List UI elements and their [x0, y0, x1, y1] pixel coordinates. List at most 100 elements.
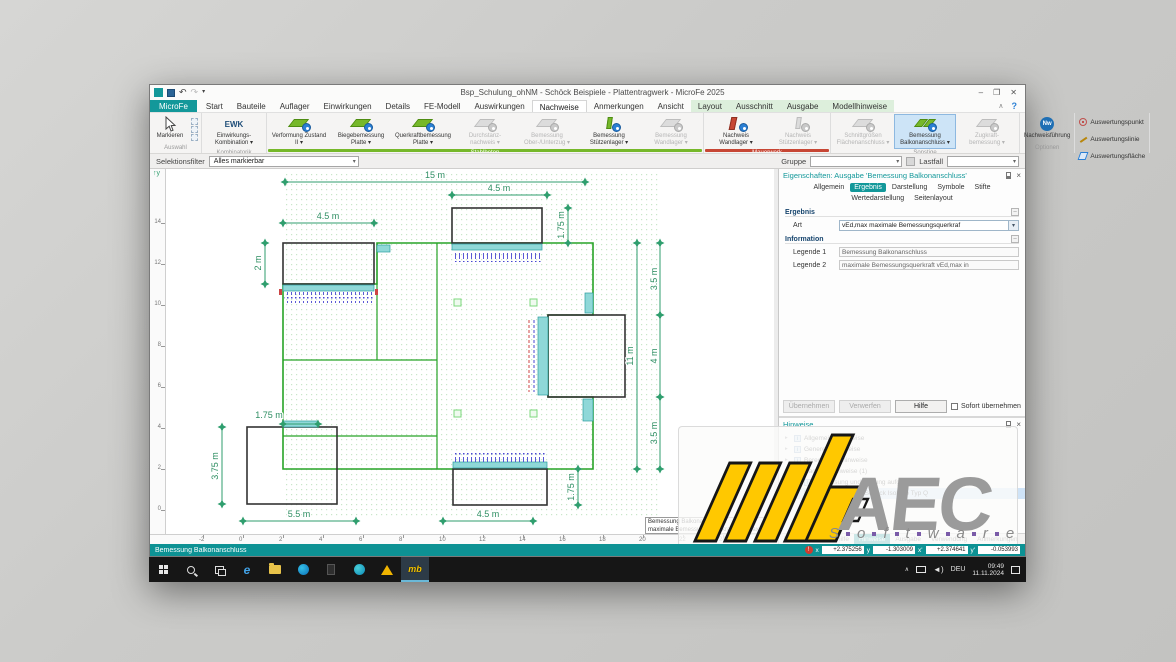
- svg-text:3.5 m: 3.5 m: [649, 268, 659, 291]
- tab-start[interactable]: Start: [199, 100, 230, 112]
- tab-ansicht[interactable]: Ansicht: [651, 100, 691, 112]
- document-app-icon[interactable]: [317, 557, 345, 582]
- ribbon-button-querkraftbemessung-platte[interactable]: Querkraftbemessung Platte ▾: [392, 114, 454, 149]
- app-icon[interactable]: [154, 88, 163, 97]
- microfe-window: ↶ ↷ ▾ Bsp_Schulung_ohNM - Schöck Beispie…: [149, 84, 1026, 557]
- close-button[interactable]: ✕: [1010, 88, 1017, 97]
- tab-anmerkungen[interactable]: Anmerkungen: [587, 100, 651, 112]
- tray-expand-icon[interactable]: ∧: [905, 566, 909, 573]
- ribbon-button-label: Auswertungsfläche: [1090, 153, 1145, 160]
- wall-icon: [724, 116, 748, 132]
- ruler-label: 8: [158, 342, 161, 348]
- task-view-icon[interactable]: [205, 557, 233, 582]
- software-letter: e: [1006, 525, 1014, 542]
- tab-ausgabe[interactable]: Ausgabe: [780, 100, 826, 112]
- tab-fe-modell[interactable]: FE-Modell: [417, 100, 467, 112]
- ribbon-button-auswertungslinie[interactable]: Auswertungslinie: [1076, 131, 1148, 147]
- pin-icon[interactable]: [1006, 172, 1011, 179]
- tab-microfe[interactable]: MicroFe: [150, 100, 197, 112]
- tab-layout[interactable]: Layout: [691, 100, 729, 112]
- violet-square-icon: [895, 532, 899, 536]
- internet-explorer-icon[interactable]: e: [233, 557, 261, 582]
- ribbon-button-label: Auswertungslinie: [1090, 136, 1139, 143]
- ribbon-group-kombinatorik: EWKEinwirkungs-Kombination ▾Kombinatorik: [202, 113, 267, 153]
- svg-text:1.75 m: 1.75 m: [255, 410, 283, 420]
- projektmanager-icon[interactable]: [373, 557, 401, 582]
- ribbon-button-nachweis-stützenlager: Nachweis Stützenlager ▾: [767, 114, 829, 149]
- ribbon-button-bemessung-balkonanschluss[interactable]: Bemessung Balkonanschluss ▾: [894, 114, 956, 149]
- sofort-uebernehmen-checkbox[interactable]: [951, 403, 958, 410]
- evline-icon: [1079, 131, 1087, 147]
- chevron-down-icon: ▾: [1013, 158, 1016, 165]
- tab-nachweise[interactable]: Nachweise: [532, 100, 587, 112]
- language-indicator[interactable]: DEU: [951, 566, 966, 573]
- speaker-icon[interactable]: ◄): [933, 565, 944, 574]
- action-center-icon[interactable]: [1011, 566, 1020, 574]
- collapse-icon[interactable]: –: [1011, 235, 1019, 243]
- tab-ausschnitt[interactable]: Ausschnitt: [729, 100, 780, 112]
- restore-button[interactable]: ❐: [993, 88, 1000, 97]
- violet-square-icon: [972, 532, 976, 536]
- ribbon-button-bemessung-stützenlager[interactable]: Bemessung Stützenlager ▾: [578, 114, 640, 149]
- ribbon-button-markieren[interactable]: Markieren: [151, 114, 189, 144]
- properties-tab-seitenlayout[interactable]: Seitenlayout: [910, 194, 957, 203]
- properties-tab-ergebnis[interactable]: Ergebnis: [850, 183, 886, 192]
- violet-square-icon: [846, 532, 850, 536]
- properties-tab-stifte[interactable]: Stifte: [971, 183, 995, 192]
- properties-tab-wertedarstellung[interactable]: Wertedarstellung: [847, 194, 908, 203]
- tab-auswirkungen[interactable]: Auswirkungen: [467, 100, 531, 112]
- tab-modellhinweise[interactable]: Modellhinweise: [825, 100, 894, 112]
- close-panel-icon[interactable]: ×: [1016, 171, 1021, 180]
- art-dropdown[interactable]: vEd,max maximale Bemessungsquerkraf ▾: [839, 220, 1019, 231]
- lastfall-dropdown[interactable]: ▾: [947, 156, 1019, 167]
- svg-text:2 m: 2 m: [253, 255, 263, 270]
- plate-icon: [535, 116, 559, 132]
- main-content: 14121086420↑y: [150, 169, 1025, 544]
- ribbon-button-verformung-zustand-ii[interactable]: Verformung Zustand II ▾: [268, 114, 330, 149]
- save-icon[interactable]: [167, 89, 175, 97]
- tab-details[interactable]: Details: [379, 100, 417, 112]
- clock[interactable]: 09:49 11.11.2024: [972, 563, 1004, 577]
- ribbon-button-zugkraft-bemessung: Zugkraft- bemessung ▾: [956, 114, 1018, 149]
- collapse-icon[interactable]: –: [1011, 208, 1019, 216]
- selection-filter-dropdown[interactable]: Alles markierbar ▾: [209, 156, 359, 167]
- microfe-taskbar-icon[interactable]: mb: [401, 557, 429, 582]
- properties-tab-allgemein[interactable]: Allgemein: [810, 183, 849, 192]
- tab-bauteile[interactable]: Bauteile: [230, 100, 273, 112]
- start-button[interactable]: [149, 557, 177, 582]
- ribbon-button-auswertungsfläche[interactable]: Auswertungsfläche: [1076, 148, 1148, 164]
- tab-einwirkungen[interactable]: Einwirkungen: [317, 100, 379, 112]
- ribbon-button-einwirkungs-kombination[interactable]: EWKEinwirkungs-Kombination ▾: [203, 114, 265, 149]
- gruppe-dropdown[interactable]: ▾: [810, 156, 902, 167]
- help-icon[interactable]: ?: [1012, 101, 1018, 111]
- balcony-icon: [913, 116, 937, 132]
- display-icon[interactable]: [916, 566, 926, 573]
- ribbon-button-auswertungspunkt[interactable]: Auswertungspunkt: [1076, 114, 1148, 130]
- search-icon[interactable]: [177, 557, 205, 582]
- verwerfen-button: Verwerfen: [839, 400, 891, 413]
- properties-tab-symbole[interactable]: Symbole: [933, 183, 968, 192]
- file-explorer-icon[interactable]: [261, 557, 289, 582]
- edge-icon[interactable]: [289, 557, 317, 582]
- chevron-down-icon: ▾: [353, 158, 356, 165]
- hilfe-button[interactable]: Hilfe: [895, 400, 947, 413]
- legende1-field[interactable]: Bemessung Balkonanschluss: [839, 247, 1019, 257]
- ribbon-button-nachweis-wandlager[interactable]: Nachweis Wandlager ▾: [705, 114, 767, 149]
- ribbon-button-nachweisführung[interactable]: NwNachweisführung: [1021, 114, 1073, 144]
- ruler-label: 10: [154, 301, 161, 307]
- undo-icon[interactable]: ↶: [179, 88, 187, 97]
- legende2-field[interactable]: maximale Bemessungsquerkraft vEd,max in: [839, 260, 1019, 270]
- ribbon-collapse-icon[interactable]: ∧: [998, 102, 1003, 110]
- browser-icon[interactable]: [345, 557, 373, 582]
- software-letter: f: [883, 525, 887, 542]
- selection-mode-icons[interactable]: [189, 114, 200, 144]
- qat-dropdown-icon[interactable]: ▾: [202, 88, 205, 97]
- tab-auflager[interactable]: Auflager: [273, 100, 317, 112]
- ribbon-group-optionen: NwNachweisführungOptionen: [1020, 113, 1075, 153]
- group-filter-icon[interactable]: [906, 157, 915, 166]
- ribbon-button-biegebemessung-platte[interactable]: Biegebemessung Platte ▾: [330, 114, 392, 149]
- coord-value: -0.053993: [978, 546, 1020, 554]
- properties-tab-darstellung[interactable]: Darstellung: [888, 183, 931, 192]
- minimize-button[interactable]: –: [979, 88, 983, 97]
- ribbon-button-schnittgrößen-flächenanschluss: Schnittgrößen Flächenanschluss ▾: [832, 114, 894, 149]
